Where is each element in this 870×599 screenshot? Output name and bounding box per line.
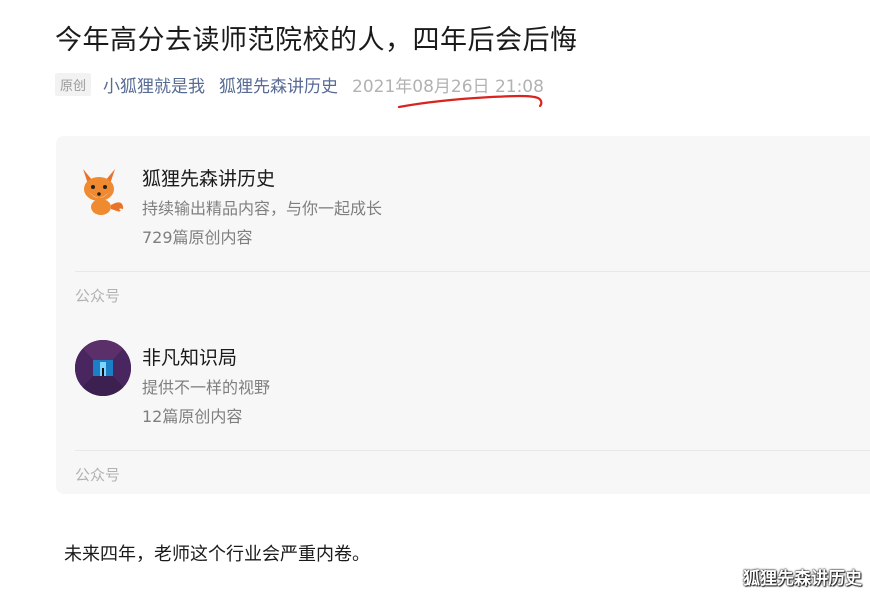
profile-description: 持续输出精品内容，与你一起成长 bbox=[142, 199, 383, 218]
profile-item[interactable]: 非凡知识局 提供不一样的视野 12篇原创内容 公众号 bbox=[56, 312, 870, 494]
author-link[interactable]: 小狐狸就是我 bbox=[103, 72, 205, 97]
corridor-avatar-icon bbox=[75, 340, 131, 396]
profile-type-label: 公众号 bbox=[75, 466, 121, 484]
profile-name: 非凡知识局 bbox=[142, 347, 238, 369]
original-badge: 原创 bbox=[55, 72, 92, 96]
profile-description: 提供不一样的视野 bbox=[142, 378, 271, 397]
watermark: 狐狸先森讲历史 bbox=[743, 569, 862, 589]
fox-avatar-icon bbox=[75, 161, 131, 217]
article-paragraph: 未来四年，老师这个行业会严重内卷。 bbox=[64, 544, 370, 565]
profile-article-count: 729篇原创内容 bbox=[142, 228, 253, 247]
profile-item[interactable]: 狐狸先森讲历史 持续输出精品内容，与你一起成长 729篇原创内容 公众号 bbox=[56, 136, 870, 312]
article-title: 今年高分去读师范院校的人，四年后会后悔 bbox=[55, 25, 578, 56]
profile-name: 狐狸先森讲历史 bbox=[142, 168, 276, 190]
account-link[interactable]: 狐狸先森讲历史 bbox=[219, 72, 338, 97]
profile-type-label: 公众号 bbox=[75, 287, 121, 305]
divider bbox=[75, 450, 870, 451]
red-underline-annotation bbox=[397, 94, 543, 109]
profile-article-count: 12篇原创内容 bbox=[142, 407, 243, 426]
profile-card: 狐狸先森讲历史 持续输出精品内容，与你一起成长 729篇原创内容 公众号 非凡知… bbox=[56, 136, 870, 494]
divider bbox=[75, 271, 870, 272]
